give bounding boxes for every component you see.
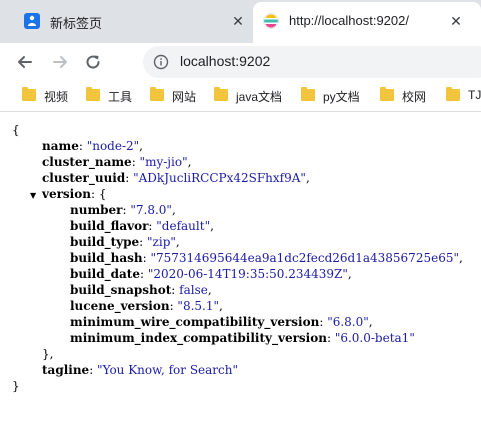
- info-icon[interactable]: [153, 54, 169, 70]
- json-value: "2020-06-14T19:35:50.234439Z": [147, 267, 348, 281]
- json-line-build-snapshot: build_snapshot: false,: [70, 283, 212, 297]
- json-key: tagline: [42, 363, 90, 377]
- json-value: "You Know, for Search": [97, 363, 239, 377]
- json-line-build-hash: build_hash: "757314695644ea9a1dc2fecd26d…: [70, 251, 463, 265]
- tab-new-tab[interactable]: 新标签页 ✕: [0, 0, 253, 43]
- json-line-min-wire: minimum_wire_compatibility_version: "6.8…: [70, 315, 373, 329]
- json-value: "ADkJucliRCCPx42SFhxf9A": [133, 171, 306, 185]
- bookmark-label: 工具: [108, 90, 133, 104]
- folder-icon: [214, 87, 228, 101]
- json-viewer: { name: "node-2", cluster_name: "my-jio"…: [0, 112, 481, 446]
- folder-icon: [301, 87, 315, 101]
- json-value: false: [179, 283, 208, 297]
- json-brace: {: [98, 187, 107, 201]
- json-key: version: [42, 187, 91, 201]
- json-line-version: version: {: [42, 187, 107, 201]
- json-value: "6.8.0": [327, 315, 369, 329]
- tab-title: 新标签页: [50, 16, 103, 31]
- bookmark-label: py文档: [323, 90, 360, 104]
- folder-icon: [380, 87, 394, 101]
- json-line-cluster-name: cluster_name: "my-jio",: [42, 155, 192, 169]
- tab-close-icon[interactable]: ✕: [448, 13, 464, 29]
- json-line-number: number: "7.8.0",: [70, 203, 176, 217]
- json-line-build-date: build_date: "2020-06-14T19:35:50.234439Z…: [70, 267, 352, 281]
- json-value: "node-2": [86, 139, 140, 153]
- address-bar[interactable]: localhost:9202: [143, 46, 481, 78]
- json-key: build_snapshot: [70, 283, 172, 297]
- folder-icon: [22, 87, 36, 101]
- json-value: "6.0.0-beta1": [334, 331, 415, 345]
- json-value: "757314695644ea9a1dc2fecd26d1a43856725e6…: [150, 251, 459, 265]
- json-line-build-type: build_type: "zip",: [70, 235, 180, 249]
- json-line-build-flavor: build_flavor: "default",: [70, 219, 214, 233]
- json-line-min-index: minimum_index_compatibility_version: "6.…: [70, 331, 415, 345]
- collapse-toggle-icon[interactable]: ▼: [30, 186, 38, 202]
- tab-close-icon[interactable]: ✕: [230, 13, 246, 29]
- json-open-brace: {: [12, 123, 20, 137]
- new-tab-icon: [24, 13, 40, 29]
- json-value: "7.8.0": [130, 203, 172, 217]
- bookmark-label: 网站: [172, 90, 197, 104]
- json-value: "8.5.1": [177, 299, 219, 313]
- json-value: "my-jio": [139, 155, 188, 169]
- folder-icon: [86, 87, 100, 101]
- bookmark-label: TJ: [468, 88, 481, 102]
- json-key: build_date: [70, 267, 140, 281]
- tab-localhost[interactable]: http://localhost:9202/ ✕: [253, 2, 481, 43]
- json-key: build_type: [70, 235, 140, 249]
- json-key: build_hash: [70, 251, 143, 265]
- json-line-tagline: tagline: "You Know, for Search": [42, 363, 239, 377]
- json-line-lucene-version: lucene_version: "8.5.1",: [70, 299, 223, 313]
- bookmark-label: 校网: [402, 90, 427, 104]
- json-value: "zip": [147, 235, 176, 249]
- folder-icon: [446, 87, 460, 101]
- json-version-close: },: [42, 347, 54, 361]
- reload-icon[interactable]: [82, 51, 104, 73]
- json-line-cluster-uuid: cluster_uuid: "ADkJucliRCCPx42SFhxf9A",: [42, 171, 310, 185]
- json-line-name: name: "node-2",: [42, 139, 143, 153]
- folder-icon: [150, 87, 164, 101]
- json-close-brace: }: [12, 379, 20, 393]
- url-text[interactable]: localhost:9202: [180, 53, 270, 69]
- json-key: minimum_wire_compatibility_version: [70, 315, 320, 329]
- bookmarks-bar: 视频 工具 网站 java文档 py文档 校网 TJ: [0, 81, 481, 112]
- bookmark-label: 视频: [44, 90, 69, 104]
- forward-arrow-icon[interactable]: [49, 51, 71, 73]
- json-key: lucene_version: [70, 299, 170, 313]
- json-value: "default": [156, 219, 211, 233]
- json-key: build_flavor: [70, 219, 149, 233]
- json-key: cluster_name: [42, 155, 132, 169]
- back-arrow-icon[interactable]: [14, 51, 36, 73]
- tab-strip: 新标签页 ✕ http://localhost:9202/ ✕: [0, 0, 481, 43]
- toolbar: localhost:9202: [0, 43, 481, 81]
- tab-title: http://localhost:9202/: [289, 13, 409, 28]
- json-key: number: [70, 203, 123, 217]
- json-key: minimum_index_compatibility_version: [70, 331, 327, 345]
- json-key: cluster_uuid: [42, 171, 126, 185]
- bookmark-label: java文档: [236, 90, 283, 104]
- elastic-icon: [263, 13, 279, 29]
- json-key: name: [42, 139, 79, 153]
